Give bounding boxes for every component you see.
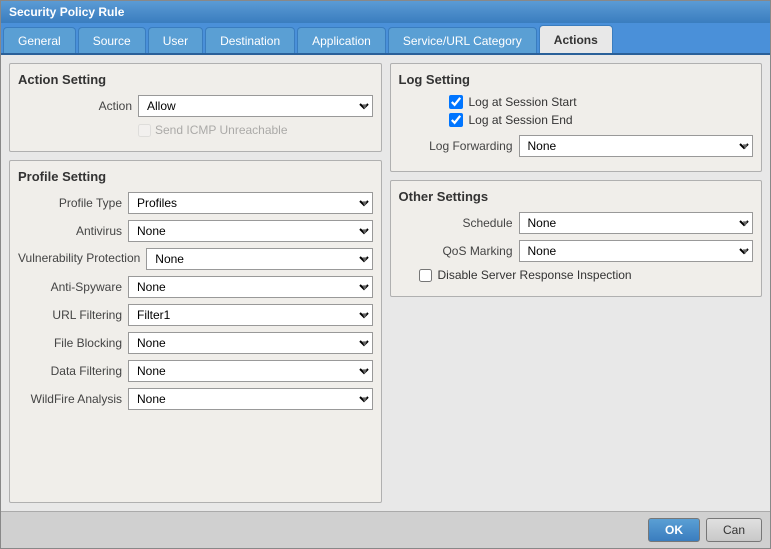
profile-type-label: Profile Type — [18, 196, 128, 210]
profile-type-select[interactable]: Profiles Group — [128, 192, 373, 214]
log-session-start-label: Log at Session Start — [469, 95, 577, 109]
schedule-select[interactable]: None — [519, 212, 754, 234]
log-session-start-row: Log at Session Start — [439, 95, 754, 109]
url-filtering-label: URL Filtering — [18, 308, 128, 322]
main-window: Security Policy Rule General Source User… — [0, 0, 771, 549]
file-blocking-label: File Blocking — [18, 336, 128, 350]
tab-service-url[interactable]: Service/URL Category — [388, 27, 537, 53]
other-settings-title: Other Settings — [399, 189, 754, 204]
tab-source[interactable]: Source — [78, 27, 146, 53]
antivirus-select-wrapper: None — [128, 220, 373, 242]
log-forwarding-select[interactable]: None — [519, 135, 754, 157]
ok-button[interactable]: OK — [648, 518, 700, 542]
anti-spyware-select-wrapper: None — [128, 276, 373, 298]
disable-server-checkbox[interactable] — [419, 269, 432, 282]
qos-select[interactable]: None — [519, 240, 754, 262]
wildfire-label: WildFire Analysis — [18, 392, 128, 406]
log-checkboxes: Log at Session Start Log at Session End — [399, 95, 754, 127]
wildfire-select[interactable]: None — [128, 388, 373, 410]
send-icmp-checkbox[interactable] — [138, 124, 151, 137]
action-setting-title: Action Setting — [18, 72, 373, 87]
schedule-row: Schedule None — [399, 212, 754, 234]
action-select[interactable]: Allow Deny Drop — [138, 95, 373, 117]
tab-user[interactable]: User — [148, 27, 203, 53]
action-select-wrapper: Allow Deny Drop — [138, 95, 373, 117]
data-filtering-label: Data Filtering — [18, 364, 128, 378]
schedule-select-wrapper: None — [519, 212, 754, 234]
log-session-start-checkbox[interactable] — [449, 95, 463, 109]
cancel-button[interactable]: Can — [706, 518, 762, 542]
action-row: Action Allow Deny Drop — [18, 95, 373, 117]
log-session-end-row: Log at Session End — [439, 113, 754, 127]
data-filtering-row: Data Filtering None — [18, 360, 373, 382]
tab-destination[interactable]: Destination — [205, 27, 295, 53]
action-setting-section: Action Setting Action Allow Deny Drop — [9, 63, 382, 152]
vuln-select-wrapper: None — [146, 248, 372, 270]
wildfire-row: WildFire Analysis None — [18, 388, 373, 410]
data-filtering-select[interactable]: None — [128, 360, 373, 382]
file-blocking-select[interactable]: None — [128, 332, 373, 354]
tab-bar: General Source User Destination Applicat… — [1, 23, 770, 55]
profile-setting-section: Profile Setting Profile Type Profiles Gr… — [9, 160, 382, 503]
footer: OK Can — [1, 511, 770, 548]
qos-row: QoS Marking None — [399, 240, 754, 262]
log-forwarding-label: Log Forwarding — [399, 139, 519, 153]
tab-application[interactable]: Application — [297, 27, 386, 53]
right-panel: Log Setting Log at Session Start Log at … — [390, 63, 763, 503]
tab-actions[interactable]: Actions — [539, 25, 613, 53]
vuln-row: Vulnerability Protection None — [18, 248, 373, 270]
tab-general[interactable]: General — [3, 27, 76, 53]
title-bar: Security Policy Rule — [1, 1, 770, 23]
disable-server-row: Disable Server Response Inspection — [399, 268, 754, 282]
url-filtering-select-wrapper: Filter1 None — [128, 304, 373, 326]
log-setting-section: Log Setting Log at Session Start Log at … — [390, 63, 763, 172]
anti-spyware-label: Anti-Spyware — [18, 280, 128, 294]
profile-setting-title: Profile Setting — [18, 169, 373, 184]
left-panel: Action Setting Action Allow Deny Drop — [9, 63, 382, 503]
url-filtering-row: URL Filtering Filter1 None — [18, 304, 373, 326]
vuln-select[interactable]: None — [146, 248, 372, 270]
antivirus-select[interactable]: None — [128, 220, 373, 242]
log-setting-title: Log Setting — [399, 72, 754, 87]
action-label: Action — [18, 99, 138, 113]
qos-select-wrapper: None — [519, 240, 754, 262]
log-forwarding-row: Log Forwarding None — [399, 135, 754, 157]
main-content: Action Setting Action Allow Deny Drop — [1, 55, 770, 511]
disable-server-label: Disable Server Response Inspection — [438, 268, 632, 282]
profile-type-row: Profile Type Profiles Group — [18, 192, 373, 214]
other-settings-section: Other Settings Schedule None QoS Marking… — [390, 180, 763, 297]
log-forwarding-select-wrapper: None — [519, 135, 754, 157]
wildfire-select-wrapper: None — [128, 388, 373, 410]
log-session-end-checkbox[interactable] — [449, 113, 463, 127]
qos-label: QoS Marking — [399, 244, 519, 258]
schedule-label: Schedule — [399, 216, 519, 230]
anti-spyware-row: Anti-Spyware None — [18, 276, 373, 298]
window-title: Security Policy Rule — [9, 5, 124, 19]
url-filtering-select[interactable]: Filter1 None — [128, 304, 373, 326]
vuln-label: Vulnerability Protection — [18, 251, 146, 267]
send-icmp-row: Send ICMP Unreachable — [18, 123, 373, 137]
file-blocking-select-wrapper: None — [128, 332, 373, 354]
file-blocking-row: File Blocking None — [18, 332, 373, 354]
send-icmp-label: Send ICMP Unreachable — [155, 123, 288, 137]
antivirus-label: Antivirus — [18, 224, 128, 238]
antivirus-row: Antivirus None — [18, 220, 373, 242]
profile-type-select-wrapper: Profiles Group — [128, 192, 373, 214]
anti-spyware-select[interactable]: None — [128, 276, 373, 298]
data-filtering-select-wrapper: None — [128, 360, 373, 382]
log-session-end-label: Log at Session End — [469, 113, 573, 127]
